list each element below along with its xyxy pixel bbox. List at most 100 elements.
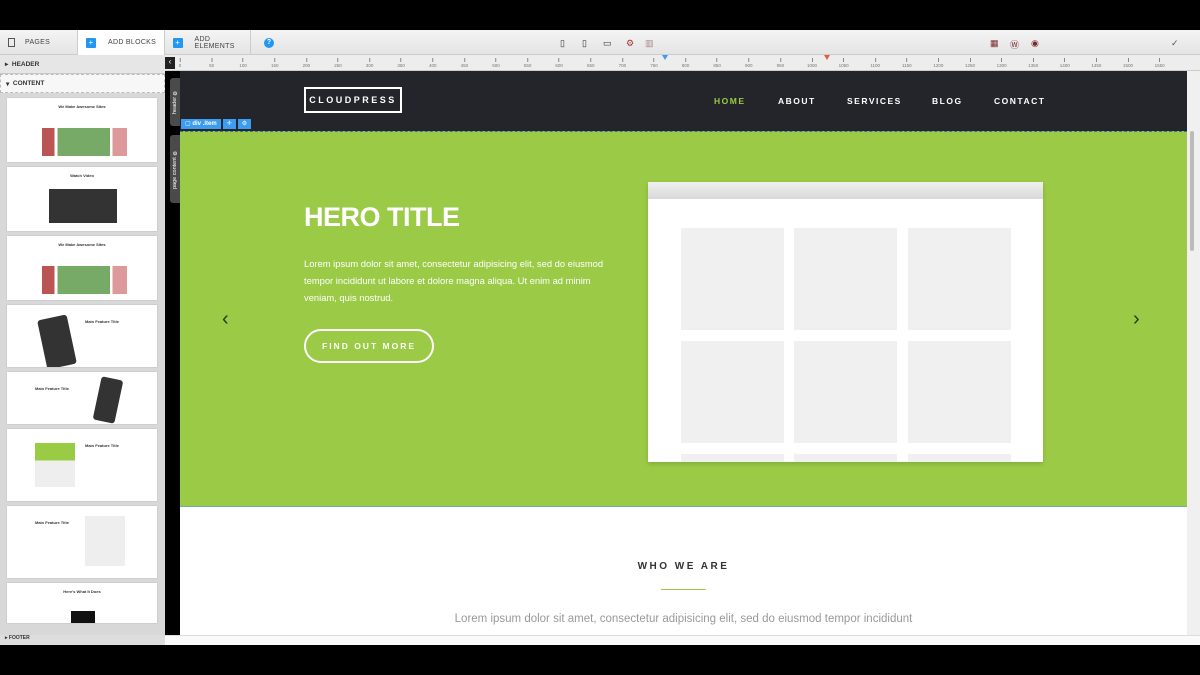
prev-slide-icon[interactable]: ‹ [222, 308, 229, 331]
selected-element-label[interactable]: ▢ div .item [181, 119, 221, 129]
columns-icon[interactable]: ▥ [645, 38, 654, 49]
ruler-tick: 200 [303, 58, 311, 68]
tab-add-elements[interactable]: + ADD ELEMENTS [165, 30, 251, 55]
nav-about[interactable]: ABOUT [778, 96, 816, 106]
mockup-tile [908, 341, 1011, 443]
ruler-tick: 850 [713, 58, 721, 68]
ruler-marker-orange[interactable] [824, 55, 830, 60]
eye-icon[interactable]: ◉ [1031, 38, 1039, 49]
tablet-icon[interactable]: ▯ [582, 38, 587, 49]
ruler-tick: 100 [239, 58, 247, 68]
ruler-tick: 1050 [839, 58, 849, 68]
canvas-scrollbar[interactable] [1187, 71, 1200, 645]
site-logo[interactable]: CLOUDPRESS [304, 87, 402, 113]
browser-mockup-image [648, 182, 1043, 462]
ruler-tick: 650 [587, 58, 595, 68]
section-header[interactable]: ▸ HEADER [0, 55, 165, 74]
thumbnail-preview-image [35, 443, 75, 487]
block-thumbnail[interactable]: We Make Awesome Sites [7, 236, 157, 300]
block-thumbnail[interactable]: Here's What It Does [7, 583, 157, 623]
block-thumbnail[interactable]: Main Feature Title [7, 305, 157, 367]
mobile-icon[interactable]: ▯ [560, 38, 565, 49]
ruler-tick: 600 [555, 58, 563, 68]
block-thumbnail[interactable]: Main Feature Title [7, 506, 157, 578]
hero-section: HERO TITLE Lorem ipsum dolor sit amet, c… [180, 131, 1187, 507]
thumbnail-preview-image [92, 376, 124, 424]
mockup-tile [908, 454, 1011, 462]
wordpress-icon[interactable]: Ⓦ [1010, 38, 1019, 51]
find-out-more-button[interactable]: FIND OUT MORE [304, 329, 434, 363]
thumbnail-title: Main Feature Title [85, 443, 119, 448]
mockup-tile [681, 341, 784, 443]
page-canvas: CLOUDPRESS HOME ABOUT SERVICES BLOG CONT… [180, 71, 1187, 645]
editor-toolbar: PAGES + ADD BLOCKS + ADD ELEMENTS ? ▯ ▯ ▭ … [0, 30, 1200, 55]
ruler: 0 50 100 150 200 250 300 350 400 450 500 550 600 650 7… [165, 55, 1200, 71]
hero-text: Lorem ipsum dolor sit amet, consectetur … [304, 258, 604, 303]
mockup-tile [681, 454, 784, 462]
mockup-titlebar [648, 182, 1043, 199]
status-bar [165, 635, 1200, 645]
ruler-tick: 450 [461, 58, 469, 68]
gear-icon[interactable]: ⚙ [626, 38, 634, 49]
block-thumbnail[interactable]: Main Feature Title [7, 429, 157, 501]
section-content[interactable]: ▾ CONTENT [0, 74, 165, 93]
block-thumbnail[interactable]: Watch Video [7, 167, 157, 231]
header-side-tab[interactable]: header ⚙ [170, 78, 180, 126]
mockup-tile [794, 454, 897, 462]
thumbnail-preview-image [37, 314, 77, 367]
ruler-marker-blue[interactable] [662, 55, 668, 60]
check-icon[interactable]: ✓ [1171, 38, 1179, 49]
ruler-tick: 1400 [1060, 58, 1070, 68]
tab-add-blocks[interactable]: + ADD BLOCKS [78, 30, 165, 55]
grid-icon[interactable]: ▦ [990, 38, 999, 49]
ruler-tick: 750 [650, 58, 658, 68]
thumbnail-title: We Make Awesome Sites [58, 104, 106, 109]
next-slide-icon[interactable]: › [1133, 308, 1140, 331]
tab-pages[interactable]: PAGES [0, 30, 78, 55]
ruler-tick: 1100 [870, 58, 880, 68]
ruler-tick: 1550 [1155, 58, 1165, 68]
thumbnail-title: Main Feature Title [35, 386, 69, 391]
ruler-tick: 550 [524, 58, 532, 68]
ruler-tick: 500 [492, 58, 500, 68]
ruler-tick: 300 [366, 58, 374, 68]
ruler-tick: 1200 [933, 58, 943, 68]
ruler-tick: 900 [745, 58, 753, 68]
ruler-tick: 250 [334, 58, 342, 68]
block-thumbnail[interactable]: Main Feature Title [7, 372, 157, 424]
mockup-tile [794, 228, 897, 330]
nav-blog[interactable]: BLOG [932, 96, 963, 106]
help-icon[interactable]: ? [264, 38, 274, 48]
plus-icon: + [173, 37, 183, 48]
thumbnail-title: Watch Video [70, 173, 94, 178]
desktop-icon[interactable]: ▭ [603, 38, 612, 49]
plus-icon: + [86, 37, 96, 48]
section-footer[interactable]: ▸ FOOTER [0, 635, 165, 645]
ruler-tick: 1450 [1091, 58, 1101, 68]
collapse-sidebar-icon[interactable]: ‹ [165, 57, 175, 69]
ruler-tick: 400 [429, 58, 437, 68]
thumbnail-preview-image [85, 516, 125, 566]
thumbnail-preview-image [49, 189, 117, 223]
element-settings-icon[interactable]: ⚙ [237, 119, 252, 129]
thumbnail-preview-image [42, 266, 127, 294]
ruler-tick: 950 [777, 58, 785, 68]
title-divider [661, 589, 706, 590]
site-header: CLOUDPRESS HOME ABOUT SERVICES BLOG CONT… [180, 71, 1187, 131]
page-content-side-tab[interactable]: page content ⚙ [170, 135, 180, 203]
mockup-tile [681, 228, 784, 330]
ruler-tick: 1300 [997, 58, 1007, 68]
hero-title: HERO TITLE [304, 202, 460, 232]
move-handle-icon[interactable]: ✛ [222, 119, 236, 129]
thumbnail-title: Main Feature Title [85, 319, 119, 324]
ruler-tick: 800 [682, 58, 690, 68]
mockup-tile [794, 341, 897, 443]
scrollbar-thumb[interactable] [1190, 131, 1194, 251]
nav-services[interactable]: SERVICES [847, 96, 902, 106]
ruler-tick: 1150 [902, 58, 912, 68]
block-thumbnail[interactable]: We Make Awesome Sites [7, 98, 157, 162]
nav-home[interactable]: HOME [714, 96, 746, 106]
nav-contact[interactable]: CONTACT [994, 96, 1045, 106]
ruler-tick: 150 [271, 58, 279, 68]
thumbnail-preview-image [71, 611, 95, 623]
